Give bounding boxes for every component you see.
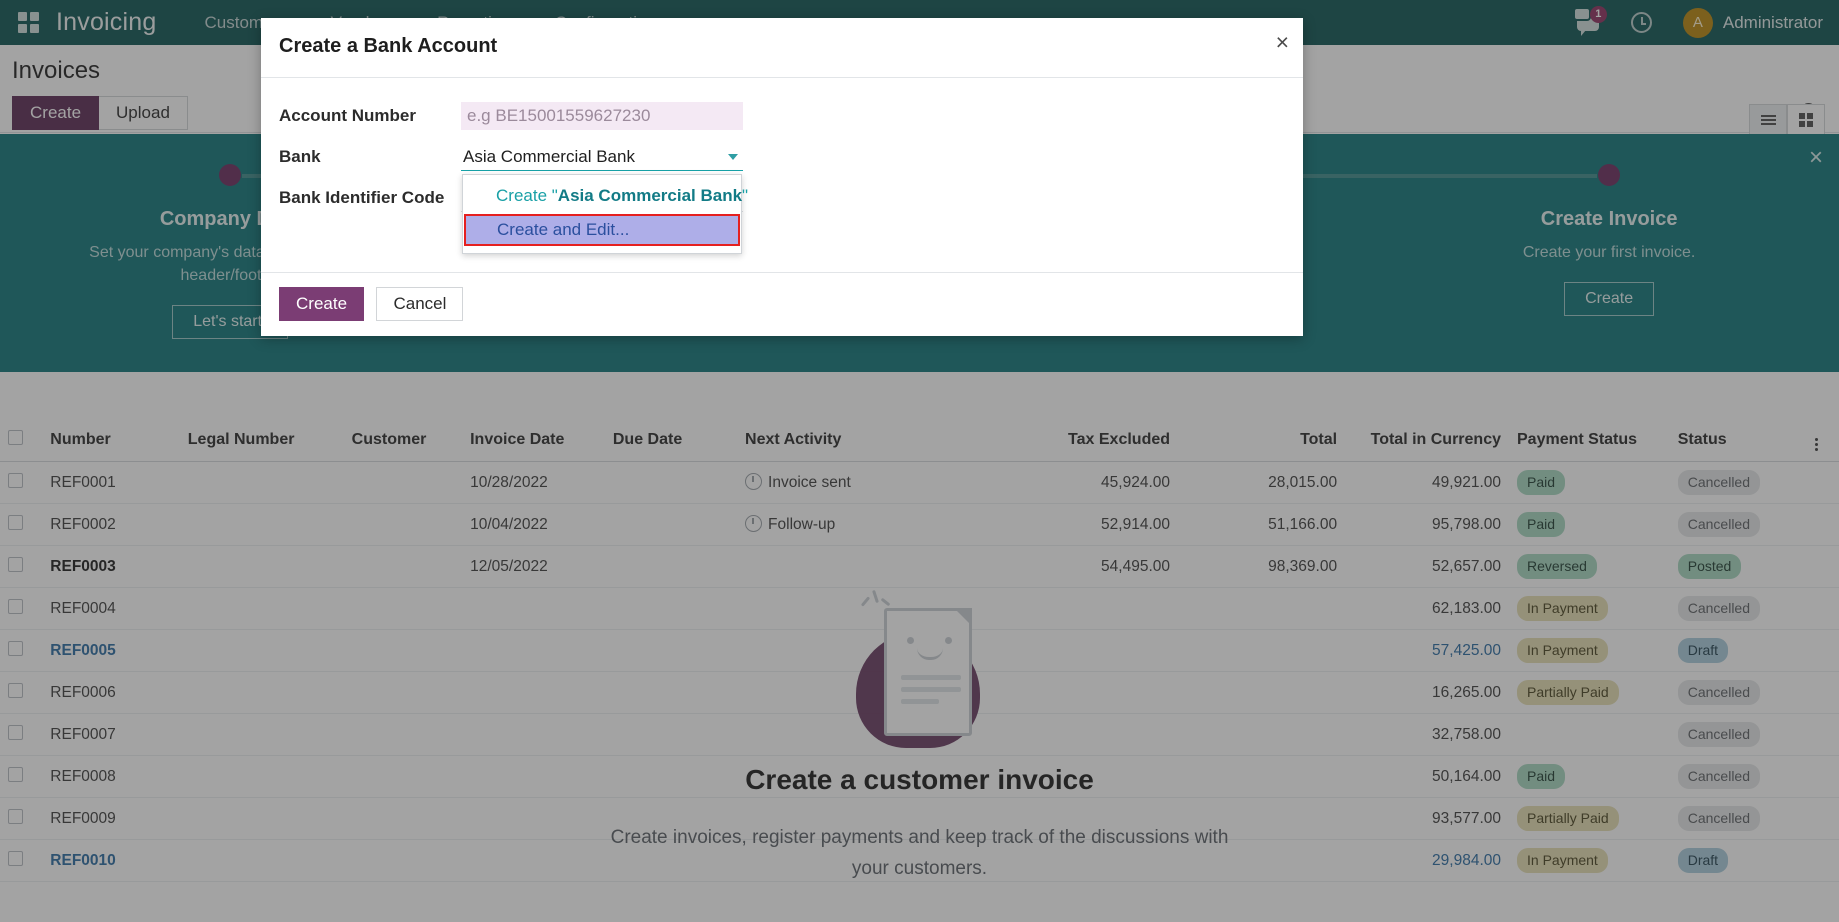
dialog-body: Account Number Bank Create "Asia Commerc… [261,78,1303,272]
invoicing-app-window: Invoicing Customers Vendors Reporting Co… [0,0,1839,922]
account-number-label: Account Number [279,102,461,126]
account-number-input[interactable] [461,102,743,130]
bank-autocomplete-dropdown: Create "Asia Commercial Bank" Create and… [462,174,742,254]
field-row-bank: Bank Create "Asia Commercial Bank" Creat… [279,143,1285,171]
create-term: Asia Commercial Bank [558,186,742,205]
dropdown-option-create[interactable]: Create "Asia Commercial Bank" [463,180,741,212]
dialog-title: Create a Bank Account [279,35,497,58]
dialog-header: Create a Bank Account × [261,18,1303,78]
dialog-footer: Create Cancel [261,272,1303,336]
dropdown-option-create-and-edit[interactable]: Create and Edit... [464,214,740,246]
dialog-create-button[interactable]: Create [279,287,364,321]
create-prefix: Create " [496,186,558,205]
dialog-cancel-button[interactable]: Cancel [376,287,463,321]
bank-identifier-code-label: Bank Identifier Code [279,184,461,208]
create-suffix: " [742,186,748,205]
field-row-bank-identifier-code: Bank Identifier Code [279,184,1285,212]
bank-input[interactable] [461,143,743,171]
field-row-account-number: Account Number [279,102,1285,130]
create-bank-account-dialog: Create a Bank Account × Account Number B… [261,18,1303,336]
chevron-down-icon[interactable] [728,154,738,160]
close-icon[interactable]: × [1276,31,1289,54]
bank-label: Bank [279,143,461,167]
